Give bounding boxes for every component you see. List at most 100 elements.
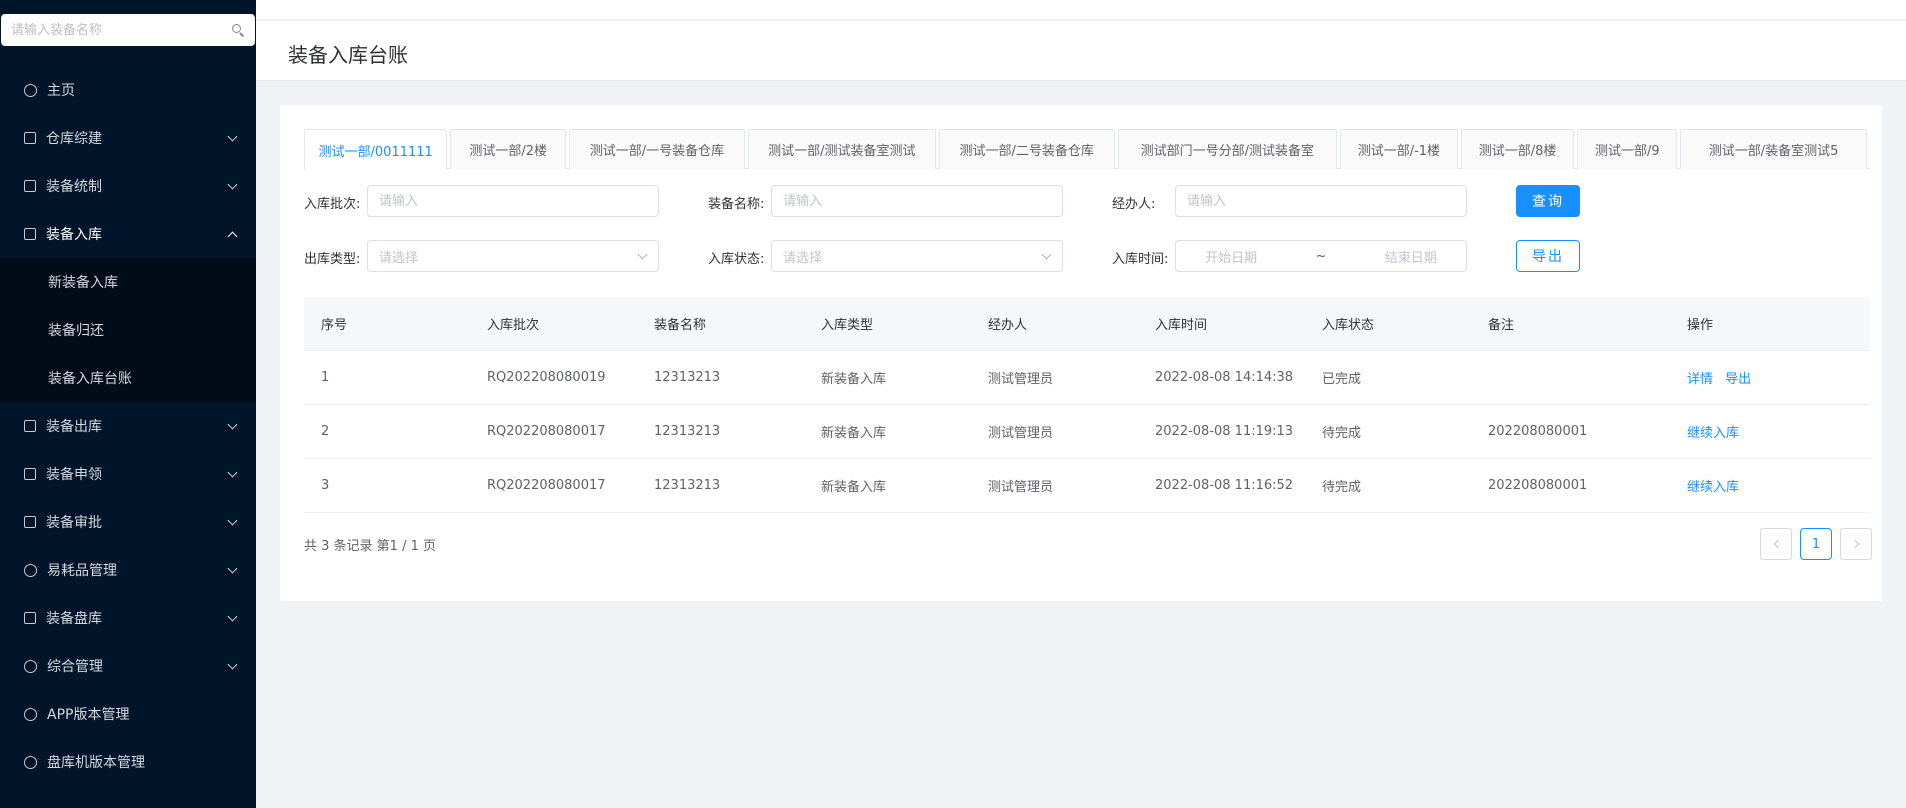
- menu-item-equipment-inbound[interactable]: 装备入库: [0, 210, 256, 258]
- cell-type: 新装备入库: [821, 372, 887, 387]
- tab-warehouse[interactable]: 测试一部/0011111: [304, 129, 448, 170]
- outbound-type-select[interactable]: 请选择: [367, 240, 659, 272]
- submenu-item-label: 装备入库台账: [48, 371, 132, 387]
- cell-remark: 202208080001: [1488, 424, 1588, 439]
- rocket-icon: [24, 755, 37, 769]
- equipment-name-field[interactable]: [771, 185, 1063, 217]
- menu-item-inventory-machine-version[interactable]: 盘库机版本管理: [0, 738, 256, 786]
- cell-time: 2022-08-08 11:16:52: [1155, 478, 1294, 493]
- next-page-button[interactable]: [1840, 528, 1872, 560]
- inbound-status-select[interactable]: 请选择: [771, 240, 1063, 272]
- menu-item-label: 仓库综建: [46, 131, 102, 147]
- inventory-icon: [24, 612, 36, 624]
- tab-warehouse[interactable]: 测试一部/装备室测试5: [1680, 129, 1868, 169]
- chevron-down-icon: [1041, 249, 1052, 260]
- inbound-time-label: 入库时间:: [1112, 252, 1169, 267]
- chevron-down-icon: [227, 563, 238, 574]
- header-cell: 序号: [321, 318, 348, 333]
- tab-warehouse[interactable]: 测试一部/二号装备仓库: [938, 129, 1115, 169]
- submenu-item-label: 装备归还: [48, 323, 104, 339]
- globe-icon: [24, 83, 37, 97]
- chevron-down-icon: [227, 611, 238, 622]
- continue-inbound-link[interactable]: 继续入库: [1687, 480, 1739, 495]
- cell-status: 待完成: [1322, 426, 1362, 441]
- export-link[interactable]: 导出: [1725, 372, 1751, 387]
- tab-warehouse[interactable]: 测试一部/-1楼: [1340, 129, 1458, 169]
- cell-time: 2022-08-08 11:19:13: [1155, 424, 1294, 439]
- content-card: 测试一部/0011111 测试一部/2楼 测试一部/一号装备仓库 测试一部/测试…: [280, 105, 1882, 601]
- submenu-inbound: 新装备入库 装备归还 装备入库台账: [0, 258, 256, 402]
- cell-name: 12313213: [654, 424, 721, 439]
- batch-field[interactable]: [367, 185, 659, 217]
- menu-item-equipment-request[interactable]: 装备申领: [0, 450, 256, 498]
- search-icon[interactable]: [231, 23, 245, 37]
- header-cell: 装备名称: [654, 318, 707, 333]
- tab-warehouse[interactable]: 测试一部/9: [1577, 129, 1678, 169]
- chevron-down-icon: [227, 515, 238, 526]
- range-separator: ~: [1315, 248, 1327, 264]
- menu-item-label: 装备审批: [46, 515, 102, 531]
- menu-item-general-management[interactable]: 综合管理: [0, 642, 256, 690]
- menu-item-label: 易耗品管理: [47, 563, 117, 579]
- menu-item-equipment-control[interactable]: 装备统制: [0, 162, 256, 210]
- table-row: 1 RQ202208080019 12313213 新装备入库 测试管理员 20…: [304, 351, 1870, 405]
- equipment-name-input[interactable]: [783, 193, 1062, 209]
- submenu-item-ledger[interactable]: 装备入库台账: [0, 354, 256, 402]
- chevron-left-icon: [1773, 539, 1782, 549]
- menu-item-label: 盘库机版本管理: [47, 755, 145, 771]
- menu-item-label: 装备盘库: [46, 611, 102, 627]
- menu-item-home[interactable]: 主页: [0, 66, 256, 114]
- continue-inbound-link[interactable]: 继续入库: [1687, 426, 1739, 441]
- building-icon: [24, 132, 36, 144]
- cell-name: 12313213: [654, 478, 721, 493]
- sidebar-search[interactable]: [1, 14, 255, 46]
- menu-item-equipment-outbound[interactable]: 装备出库: [0, 402, 256, 450]
- sidebar: 主页 仓库综建 装备统制 装备入库 新装备入库 装备归还 装备入库台账 装备出库: [0, 0, 256, 808]
- cell-status: 已完成: [1322, 372, 1362, 387]
- handler-label: 经办人:: [1112, 197, 1156, 212]
- handler-input[interactable]: [1187, 193, 1466, 209]
- menu-item-label: 装备出库: [46, 419, 102, 435]
- tab-warehouse[interactable]: 测试部门一号分部/测试装备室: [1117, 129, 1338, 169]
- date-range-picker[interactable]: 开始日期 ~ 结束日期: [1175, 240, 1467, 272]
- cell-actions: 继续入库: [1670, 422, 1870, 441]
- chevron-right-icon: [1850, 539, 1859, 549]
- submenu-item-return[interactable]: 装备归还: [0, 306, 256, 354]
- tab-warehouse[interactable]: 测试一部/2楼: [450, 129, 566, 169]
- menu-item-label: 装备入库: [46, 227, 102, 243]
- prev-page-button[interactable]: [1760, 528, 1792, 560]
- chevron-down-icon: [227, 659, 238, 670]
- detail-link[interactable]: 详情: [1687, 372, 1713, 387]
- submenu-item-label: 新装备入库: [48, 275, 118, 291]
- page-number-button[interactable]: 1: [1800, 528, 1832, 560]
- tab-warehouse[interactable]: 测试一部/测试装备室测试: [747, 129, 936, 169]
- handler-field[interactable]: [1175, 185, 1467, 217]
- inbound-table: 序号 入库批次 装备名称 入库类型 经办人 入库时间 入库状态 备注 操作 1 …: [304, 297, 1870, 513]
- header-cell: 入库状态: [1322, 318, 1375, 333]
- cell-status: 待完成: [1322, 480, 1362, 495]
- batch-input[interactable]: [379, 193, 658, 209]
- menu-item-warehouse[interactable]: 仓库综建: [0, 114, 256, 162]
- menu-item-app-version[interactable]: APP版本管理: [0, 690, 256, 738]
- tab-warehouse[interactable]: 测试一部/8楼: [1460, 129, 1575, 169]
- menu-item-label: 主页: [47, 83, 75, 99]
- menu-item-equipment-approval[interactable]: 装备审批: [0, 498, 256, 546]
- menu-item-inventory[interactable]: 装备盘库: [0, 594, 256, 642]
- start-date-placeholder[interactable]: 开始日期: [1205, 247, 1257, 266]
- export-icon: [24, 420, 36, 432]
- document-icon: [24, 180, 36, 192]
- user-icon: [24, 659, 37, 673]
- end-date-placeholder[interactable]: 结束日期: [1385, 247, 1437, 266]
- sidebar-search-input[interactable]: [11, 22, 231, 38]
- query-button[interactable]: 查询: [1516, 185, 1580, 217]
- menu-item-consumables[interactable]: 易耗品管理: [0, 546, 256, 594]
- export-button[interactable]: 导出: [1516, 240, 1580, 272]
- tab-warehouse[interactable]: 测试一部/一号装备仓库: [568, 129, 745, 169]
- top-bar: [256, 0, 1906, 20]
- chevron-down-icon: [227, 179, 238, 190]
- submenu-item-new-inbound[interactable]: 新装备入库: [0, 258, 256, 306]
- pagination-summary: 共 3 条记录 第1 / 1 页: [304, 539, 436, 554]
- header-cell: 经办人: [988, 318, 1028, 333]
- warehouse-tabs: 测试一部/0011111 测试一部/2楼 测试一部/一号装备仓库 测试一部/测试…: [304, 129, 1870, 170]
- cell-no: 1: [321, 370, 330, 385]
